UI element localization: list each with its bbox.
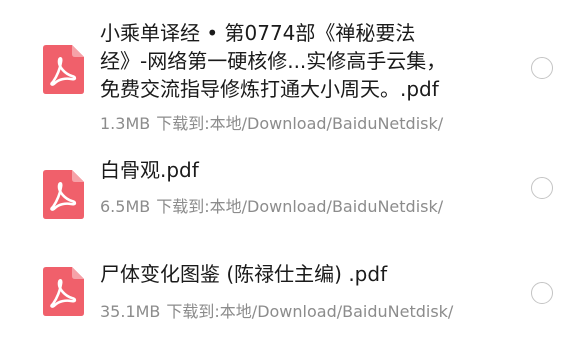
select-radio-button[interactable] (531, 177, 553, 199)
select-radio-button[interactable] (531, 282, 553, 304)
file-meta: 35.1MB 下载到:本地/Download/BaiduNetdisk/ (100, 302, 453, 322)
file-size: 1.3MB (100, 114, 151, 133)
file-list: 小乘单译经 • 第0774部《禅秘要法 经》-网络第一硬核修...实修高手云集，… (0, 0, 580, 348)
file-name-line: 尸体变化图鉴 (陈禄仕主编) .pdf (100, 262, 388, 286)
file-list-item[interactable]: 尸体变化图鉴 (陈禄仕主编) .pdf 35.1MB 下载到:本地/Downloa… (0, 240, 580, 348)
pdf-file-icon (36, 166, 92, 222)
file-size: 6.5MB (100, 197, 151, 216)
download-location: 下载到:本地/Download/BaiduNetdisk/ (156, 197, 444, 216)
file-name: 小乘单译经 • 第0774部《禅秘要法 经》-网络第一硬核修...实修高手云集，… (100, 19, 446, 103)
file-name: 白骨观.pdf (100, 156, 199, 184)
file-meta: 1.3MB 下载到:本地/Download/BaiduNetdisk/ (100, 114, 443, 134)
pdf-file-icon (36, 41, 92, 97)
file-size: 35.1MB (100, 302, 161, 321)
download-location: 下载到:本地/Download/BaiduNetdisk/ (156, 114, 444, 133)
download-location: 下载到:本地/Download/BaiduNetdisk/ (166, 302, 454, 321)
file-name-line: 小乘单译经 • 第0774部《禅秘要法 (100, 21, 416, 45)
pdf-file-icon (36, 263, 92, 319)
file-list-item[interactable]: 白骨观.pdf 6.5MB 下载到:本地/Download/BaiduNetdis… (0, 140, 580, 240)
file-list-item[interactable]: 小乘单译经 • 第0774部《禅秘要法 经》-网络第一硬核修...实修高手云集，… (0, 0, 580, 140)
file-meta: 6.5MB 下载到:本地/Download/BaiduNetdisk/ (100, 197, 443, 217)
select-radio-button[interactable] (531, 57, 553, 79)
file-name: 尸体变化图鉴 (陈禄仕主编) .pdf (100, 260, 387, 288)
file-name-line: 白骨观.pdf (100, 158, 199, 182)
file-name-line: 免费交流指导修炼打通大小周天。.pdf (100, 77, 439, 101)
file-name-line: 经》-网络第一硬核修...实修高手云集， (100, 49, 447, 73)
